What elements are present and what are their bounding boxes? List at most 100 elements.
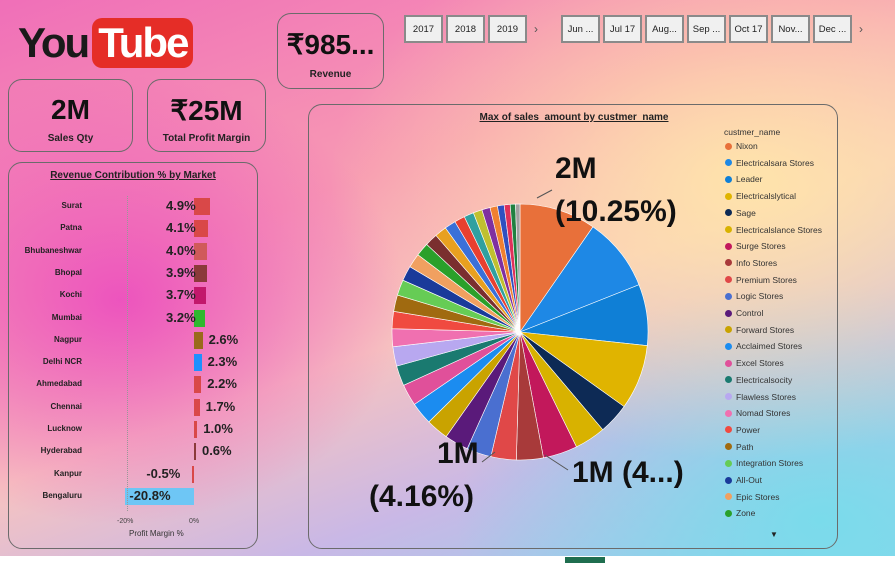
legend-item[interactable]: Forward Stores <box>725 325 794 335</box>
legend-label: Electricalslance Stores <box>736 224 822 235</box>
legend-dot <box>725 292 732 300</box>
market-row[interactable]: Kanpur -0.5% <box>9 464 254 484</box>
legend-item[interactable]: Logic Stores <box>725 291 783 301</box>
market-city-label: Bengaluru <box>42 490 82 500</box>
legend-item[interactable]: Nomad Stores <box>725 408 790 418</box>
market-row[interactable]: Ahmedabad 2.2% <box>9 374 254 394</box>
month-button-dec[interactable]: Dec ... <box>813 15 852 43</box>
year-button-2017[interactable]: 2017 <box>404 15 443 43</box>
market-bar[interactable] <box>194 376 202 394</box>
market-city-label: Bhopal <box>54 267 82 277</box>
legend-item[interactable]: Flawless Stores <box>725 392 796 402</box>
market-row[interactable]: Bhubaneshwar 4.0% <box>9 241 254 261</box>
legend-scroll-down-icon[interactable]: ▼ <box>770 530 778 539</box>
legend-item[interactable]: Sage <box>725 208 756 218</box>
legend-item[interactable]: Electricalslance Stores <box>725 225 822 235</box>
legend-dot <box>725 276 732 284</box>
market-row[interactable]: Mumbai 3.2% <box>9 308 254 328</box>
market-value-label: 1.0% <box>203 421 233 436</box>
bottom-tab-active[interactable] <box>565 557 605 563</box>
legend-label: Control <box>736 308 764 318</box>
legend-item[interactable]: Zone <box>725 508 755 518</box>
legend-item[interactable]: Control <box>725 308 763 318</box>
month-button-nov[interactable]: Nov... <box>771 15 810 43</box>
market-bar[interactable] <box>194 354 202 372</box>
legend-item[interactable]: Electricalsara Stores <box>725 158 814 168</box>
legend-dot <box>725 376 732 384</box>
market-city-label: Bhubaneshwar <box>24 245 82 255</box>
profit-margin-label: Total Profit Margin <box>162 133 251 144</box>
market-bar[interactable] <box>194 331 203 349</box>
month-button-jun[interactable]: Jun ... <box>561 15 600 43</box>
profit-margin-value: ₹25M <box>170 95 243 126</box>
legend-dot <box>725 493 732 501</box>
revenue-value: ₹985... <box>286 29 375 60</box>
market-row[interactable]: Nagpur 2.6% <box>9 330 254 350</box>
month-button-aug[interactable]: Aug... <box>645 15 684 43</box>
market-value-label: 2.2% <box>207 376 237 392</box>
market-row[interactable]: Delhi NCR 2.3% <box>9 352 254 372</box>
market-row[interactable]: Chennai 1.7% <box>9 397 254 417</box>
legend-dot <box>725 226 732 233</box>
legend-item[interactable]: Excel Stores <box>725 358 784 368</box>
market-bars: Surat 4.9% Patna 4.1% Bhubaneshwar 4.0% Bhopal… <box>9 196 259 516</box>
year-button-2018[interactable]: 2018 <box>446 15 485 43</box>
legend-dot <box>725 142 732 150</box>
legend-item[interactable]: Electricalslytical <box>725 191 796 201</box>
legend-item[interactable]: Nixon <box>725 141 758 151</box>
legend-label: Premium Stores <box>736 274 797 285</box>
market-row[interactable]: Bhopal 3.9% <box>9 263 254 283</box>
legend-item[interactable]: Premium Stores <box>725 275 797 285</box>
legend-item[interactable]: Info Stores <box>725 258 777 268</box>
market-row[interactable]: Kochi 3.7% <box>9 285 254 305</box>
legend-label: Power <box>736 424 761 435</box>
market-city-label: Patna <box>60 223 82 233</box>
market-city-label: Mumbai <box>51 312 82 322</box>
legend-item[interactable]: Integration Stores <box>725 458 803 468</box>
market-city-label: Lucknow <box>47 424 82 433</box>
chevron-right-icon[interactable]: › <box>859 22 863 36</box>
legend-item[interactable]: Epic Stores <box>725 492 779 502</box>
legend-item[interactable]: Path <box>725 442 754 452</box>
legend-dot <box>725 309 732 317</box>
market-row[interactable]: Hyderabad 0.6% <box>9 441 254 461</box>
year-button-2019[interactable]: 2019 <box>488 15 527 43</box>
market-row[interactable]: Surat 4.9% <box>9 196 254 216</box>
month-button-oct[interactable]: Oct 17 <box>729 15 768 43</box>
market-value-label: 1.7% <box>205 398 236 414</box>
pie-label-top-pct: (10.25%) <box>555 195 677 228</box>
chevron-right-icon[interactable]: › <box>534 22 538 36</box>
market-tick-neg20: -20% <box>117 518 134 525</box>
pie-label-top-value: 2M <box>555 152 597 185</box>
revenue-label: Revenue <box>309 69 352 80</box>
market-bar[interactable] <box>194 220 208 238</box>
market-bar[interactable] <box>194 398 200 416</box>
legend-item[interactable]: Acclaimed Stores <box>725 341 802 351</box>
legend-label: All-Out <box>736 475 762 485</box>
legend-item[interactable]: Power <box>725 425 760 435</box>
legend-item[interactable]: Electricalsocity <box>725 375 792 385</box>
market-value-label: 3.2% <box>166 309 196 325</box>
market-row[interactable]: Patna 4.1% <box>9 218 254 238</box>
legend-label: Zone <box>736 508 756 519</box>
market-value-label: 4.1% <box>166 220 196 236</box>
month-slicer: Jun ... Jul 17 Aug... Sep ... Oct 17 Nov… <box>561 13 863 45</box>
legend-item[interactable]: Surge Stores <box>725 241 786 251</box>
revenue-card: ₹985... Revenue <box>277 13 384 89</box>
market-bar[interactable] <box>194 443 196 461</box>
month-button-jul[interactable]: Jul 17 <box>603 15 642 43</box>
legend-item[interactable]: All-Out <box>725 475 762 485</box>
market-bar[interactable] <box>194 198 211 215</box>
legend-dot <box>725 242 732 250</box>
legend-label: Electricalsara Stores <box>736 157 814 168</box>
legend-dot <box>725 159 732 167</box>
legend-title: custmer_name <box>724 127 781 137</box>
market-bar[interactable] <box>194 421 198 438</box>
market-bar[interactable] <box>192 465 194 483</box>
market-city-label: Ahmedabad <box>36 379 82 389</box>
legend-item[interactable]: Leader <box>725 174 762 184</box>
market-row[interactable]: Lucknow 1.0% <box>9 419 254 439</box>
market-gridline-neg20 <box>127 196 128 511</box>
market-row[interactable]: Bengaluru -20.8% <box>9 486 254 506</box>
month-button-sep[interactable]: Sep ... <box>687 15 726 43</box>
